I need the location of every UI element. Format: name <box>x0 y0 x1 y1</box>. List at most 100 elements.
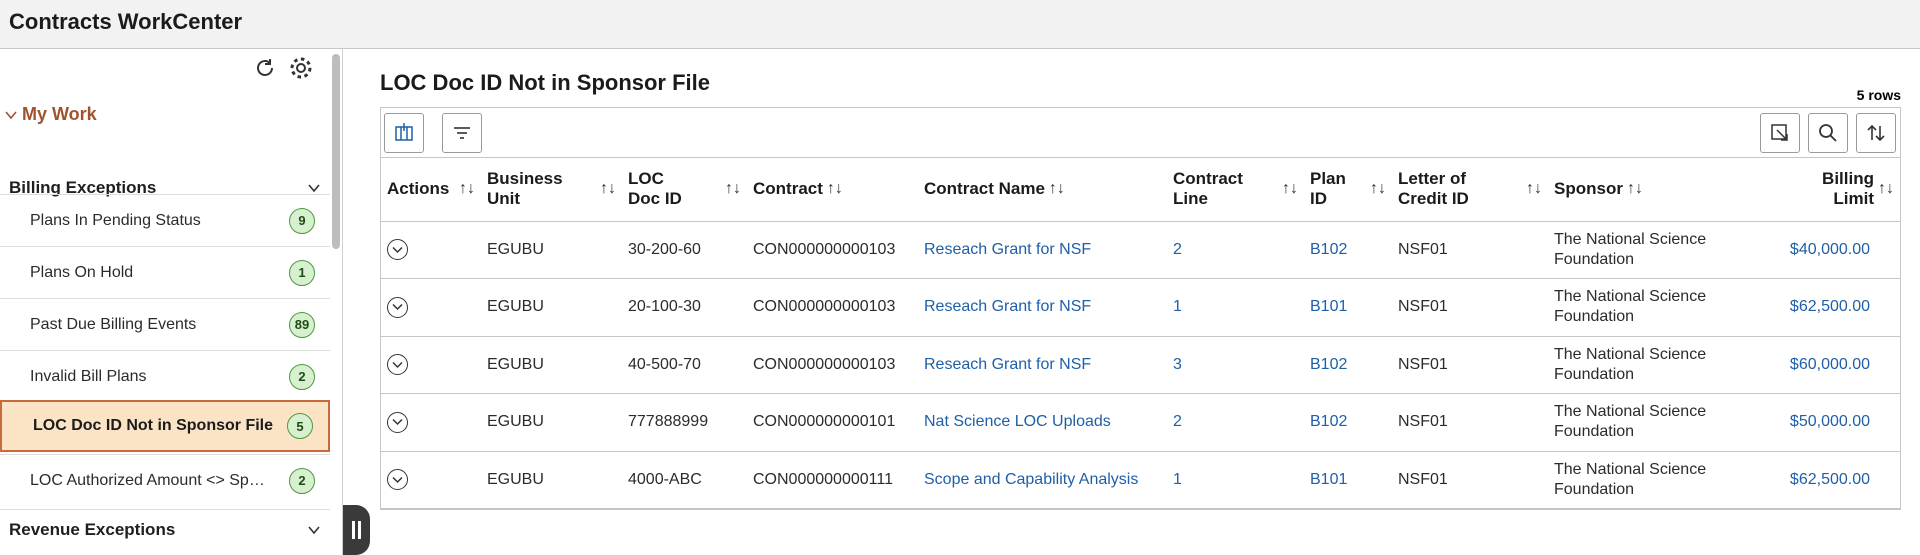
group-revenue-exceptions[interactable]: Revenue Exceptions <box>0 509 330 549</box>
col-header-actions[interactable]: Actions ↑↓ <box>381 158 481 222</box>
loc-doc-id-cell: 30-200-60 <box>622 221 747 279</box>
billing-limit-link[interactable]: $62,500.00 <box>1764 278 1900 337</box>
column-chooser-button[interactable] <box>384 113 424 153</box>
contract-line-link[interactable]: 2 <box>1167 393 1304 452</box>
col-header-billing-limit[interactable]: Billing Limit ↑↓ <box>1764 158 1900 222</box>
business-unit-cell: EGUBU <box>481 336 622 394</box>
letter-of-credit-cell: NSF01 <box>1392 221 1548 279</box>
loc-doc-id-cell: 777888999 <box>622 393 747 452</box>
letter-of-credit-cell: NSF01 <box>1392 278 1548 337</box>
billing-limit-link[interactable]: $50,000.00 <box>1764 393 1900 452</box>
billing-limit-link[interactable]: $62,500.00 <box>1764 451 1900 509</box>
chevron-down-circle-icon[interactable] <box>387 469 408 491</box>
actions-cell[interactable] <box>381 278 481 337</box>
col-header-letter-of-credit-id[interactable]: Letter of Credit ID ↑↓ <box>1392 158 1548 222</box>
loc-doc-id-cell: 4000-ABC <box>622 451 747 509</box>
sidebar-item-label: LOC Doc ID Not in Sponsor File <box>33 417 273 434</box>
business-unit-cell: EGUBU <box>481 451 622 509</box>
col-header-business-unit[interactable]: Business Unit ↑↓ <box>481 158 622 222</box>
sidebar-item-invalid-bill-plans[interactable]: Invalid Bill Plans 2 <box>0 350 330 402</box>
sort-icon: ↑↓ <box>1048 180 1065 198</box>
sponsor-cell: The National Science Foundation <box>1548 451 1764 509</box>
chevron-down-circle-icon[interactable] <box>387 354 408 376</box>
contract-cell: CON000000000101 <box>747 393 918 452</box>
letter-of-credit-cell: NSF01 <box>1392 336 1548 394</box>
chevron-down-circle-icon[interactable] <box>387 411 408 433</box>
export-button[interactable] <box>1760 113 1800 153</box>
sponsor-cell: The National Science Foundation <box>1548 221 1764 279</box>
contract-line-link[interactable]: 3 <box>1167 336 1304 394</box>
actions-cell[interactable] <box>381 393 481 452</box>
sort-icon <box>1867 124 1885 142</box>
count-badge: 5 <box>287 413 313 439</box>
count-badge: 2 <box>289 363 315 390</box>
contract-name-link[interactable]: Reseach Grant for NSF <box>918 278 1167 337</box>
chevron-down-circle-icon[interactable] <box>387 239 408 261</box>
table-row: EGUBU 4000-ABC CON000000000111 Scope and… <box>381 451 1900 509</box>
top-bar: Contracts WorkCenter <box>0 0 1920 49</box>
row-count: 5 rows <box>1856 87 1901 103</box>
sidebar-item-label: Invalid Bill Plans <box>30 367 147 385</box>
plan-id-link[interactable]: B102 <box>1304 336 1392 394</box>
table-row: EGUBU 40-500-70 CON000000000103 Reseach … <box>381 336 1900 394</box>
chevron-down-icon <box>5 110 17 119</box>
count-badge: 9 <box>289 207 315 234</box>
billing-limit-link[interactable]: $60,000.00 <box>1764 336 1900 394</box>
count-badge: 1 <box>289 259 315 286</box>
actions-cell[interactable] <box>381 221 481 279</box>
table-row: EGUBU 20-100-30 CON000000000103 Reseach … <box>381 278 1900 337</box>
billing-limit-link[interactable]: $40,000.00 <box>1764 221 1900 279</box>
sort-icon: ↑↓ <box>1370 180 1386 198</box>
contract-name-link[interactable]: Scope and Capability Analysis <box>918 451 1167 509</box>
contract-name-link[interactable]: Reseach Grant for NSF <box>918 336 1167 394</box>
sort-icon: ↑↓ <box>600 180 616 198</box>
plan-id-link[interactable]: B101 <box>1304 451 1392 509</box>
col-header-loc-doc-id[interactable]: LOC Doc ID ↑↓ <box>622 158 747 222</box>
contract-name-link[interactable]: Reseach Grant for NSF <box>918 221 1167 279</box>
col-header-sponsor[interactable]: Sponsor ↑↓ <box>1548 158 1764 222</box>
search-button[interactable] <box>1808 113 1848 153</box>
actions-cell[interactable] <box>381 336 481 394</box>
contract-line-link[interactable]: 1 <box>1167 451 1304 509</box>
export-icon <box>1771 124 1788 141</box>
table-row: EGUBU 777888999 CON000000000101 Nat Scie… <box>381 393 1900 452</box>
sponsor-cell: The National Science Foundation <box>1548 278 1764 337</box>
count-badge: 2 <box>289 467 315 494</box>
my-work-header[interactable]: My Work <box>4 104 97 125</box>
col-header-contract-name[interactable]: Contract Name ↑↓ <box>918 158 1167 222</box>
sidebar-item-past-due[interactable]: Past Due Billing Events 89 <box>0 298 330 350</box>
chevron-down-circle-icon[interactable] <box>387 296 408 318</box>
contract-line-link[interactable]: 2 <box>1167 221 1304 279</box>
sidebar-item-plans-on-hold[interactable]: Plans On Hold 1 <box>0 246 330 298</box>
gear-icon[interactable] <box>288 55 314 81</box>
plan-id-link[interactable]: B102 <box>1304 221 1392 279</box>
actions-cell[interactable] <box>381 451 481 509</box>
plan-id-link[interactable]: B102 <box>1304 393 1392 452</box>
my-work-label: My Work <box>22 104 97 124</box>
filter-icon <box>454 127 470 139</box>
sidebar-collapse-handle[interactable] <box>343 505 370 555</box>
plan-id-link[interactable]: B101 <box>1304 278 1392 337</box>
group-label: Revenue Exceptions <box>9 519 176 539</box>
sort-icon: ↑↓ <box>1878 180 1894 198</box>
refresh-icon[interactable] <box>252 55 278 81</box>
sidebar: My Work Billing Exceptions Plans In Pend… <box>0 49 343 555</box>
col-header-plan-id[interactable]: Plan ID ↑↓ <box>1304 158 1392 222</box>
loc-doc-id-cell: 20-100-30 <box>622 278 747 337</box>
contract-name-link[interactable]: Nat Science LOC Uploads <box>918 393 1167 452</box>
sort-icon: ↑↓ <box>459 180 475 198</box>
sidebar-item-plans-pending[interactable]: Plans In Pending Status 9 <box>0 194 330 246</box>
column-chooser-icon <box>395 123 413 141</box>
letter-of-credit-cell: NSF01 <box>1392 451 1548 509</box>
col-header-contract[interactable]: Contract ↑↓ <box>747 158 918 222</box>
sort-button[interactable] <box>1856 113 1896 153</box>
col-header-contract-line[interactable]: Contract Line ↑↓ <box>1167 158 1304 222</box>
sidebar-item-label: Plans On Hold <box>30 263 134 281</box>
sidebar-scrollbar[interactable] <box>332 54 340 249</box>
sort-icon: ↑↓ <box>1626 180 1643 198</box>
sidebar-item-loc-doc-id[interactable]: LOC Doc ID Not in Sponsor File 5 <box>0 400 330 452</box>
filter-button[interactable] <box>442 113 482 153</box>
sidebar-item-loc-authorized[interactable]: LOC Authorized Amount <> Sponsor 2 <box>0 454 330 506</box>
grid-toolbar <box>381 108 1900 158</box>
contract-line-link[interactable]: 1 <box>1167 278 1304 337</box>
